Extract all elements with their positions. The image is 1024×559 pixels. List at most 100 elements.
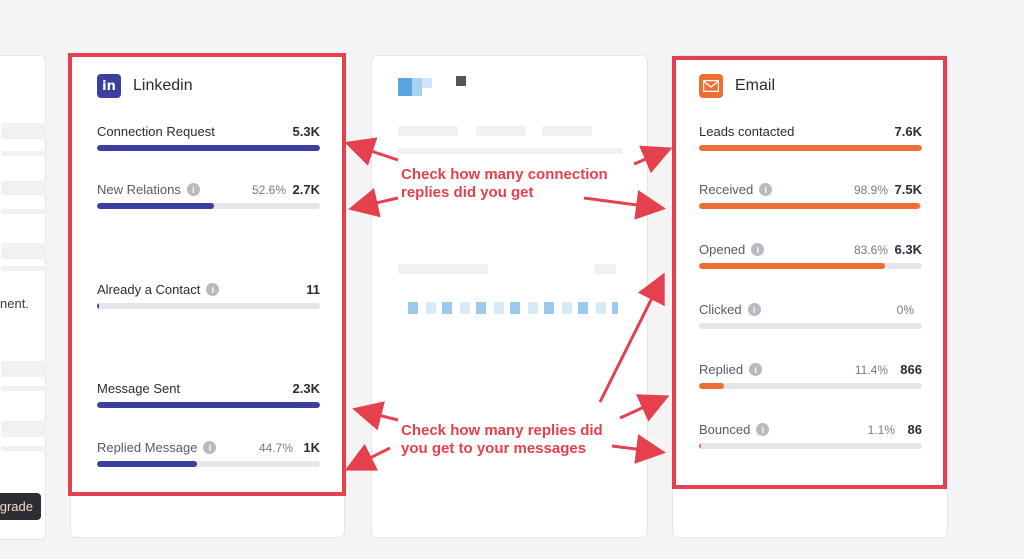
metric-value: 866: [900, 362, 922, 377]
linkedin-metric-row: New Relations i 52.6% 2.7K: [97, 182, 320, 212]
metric-label-text: New Relations: [97, 182, 181, 197]
metric-label-text: Message Sent: [97, 381, 181, 396]
metric-percent: 98.9%: [853, 183, 888, 197]
linkedin-icon: in: [97, 74, 121, 98]
email-title: Email: [735, 77, 776, 94]
blurred-logo: [456, 76, 466, 86]
metric-label: Opened i: [699, 242, 765, 257]
metric-percent: 52.6%: [251, 183, 286, 197]
progress-track: [97, 402, 320, 408]
metric-label-text: Received: [699, 182, 754, 197]
metric-label-text: Replied: [699, 362, 744, 377]
metric-label: Replied i: [699, 362, 763, 377]
progress-fill: [699, 383, 725, 389]
progress-fill: [97, 402, 320, 408]
progress-fill: [699, 203, 920, 209]
metric-value: 86: [907, 422, 922, 437]
metric-value: 2.3K: [292, 381, 320, 396]
progress-track: [97, 461, 320, 467]
metric-label: Already a Contact i: [97, 282, 220, 297]
progress-track: [699, 443, 922, 449]
progress-fill: [97, 461, 197, 467]
progress-track: [699, 263, 922, 269]
blurred-row: [1, 446, 47, 451]
blurred-logo: [412, 78, 422, 96]
metric-label-text: Connection Request: [97, 124, 215, 139]
blurred-row: [1, 243, 47, 259]
blurred-logo: [398, 78, 412, 96]
progress-track: [699, 203, 922, 209]
blurred-row: [1, 386, 47, 391]
blurred-row: [398, 148, 623, 154]
email-metric-row: Leads contacted 7.6K: [699, 124, 922, 154]
progress-track: [699, 145, 922, 151]
linkedin-card-header: in Linkedin: [97, 74, 193, 98]
blurred-row: [1, 421, 47, 437]
metric-value: 6.3K: [894, 242, 922, 257]
blurred-row: [398, 126, 458, 136]
info-icon[interactable]: i: [751, 243, 765, 256]
metric-percent: 44.7%: [258, 441, 293, 455]
metric-label: Replied Message i: [97, 440, 217, 455]
annotation-connections: Check how many connection replies did yo…: [401, 166, 608, 201]
metric-label: Clicked i: [699, 302, 761, 317]
blurred-row: [408, 302, 618, 314]
progress-fill: [97, 203, 215, 209]
linkedin-title: Linkedin: [133, 77, 193, 94]
progress-fill: [699, 263, 886, 269]
email-metric-row: Clicked i 0%: [699, 302, 922, 332]
blurred-row: [1, 181, 47, 195]
blurred-logo: [422, 78, 432, 88]
metric-label: Received i: [699, 182, 773, 197]
email-metric-row: Received i 98.9% 7.5K: [699, 182, 922, 212]
upgrade-button[interactable]: grade: [0, 493, 41, 520]
metric-label-text: Already a Contact: [97, 282, 201, 297]
metric-label-text: Replied Message: [97, 440, 198, 455]
email-card-header: Email: [699, 74, 775, 98]
metric-percent: 83.6%: [853, 243, 888, 257]
email-metric-row: Opened i 83.6% 6.3K: [699, 242, 922, 272]
info-icon[interactable]: i: [756, 423, 770, 436]
blurred-card: [371, 55, 648, 538]
metric-value: 7.5K: [894, 182, 922, 197]
metric-label: Bounced i: [699, 422, 770, 437]
progress-fill: [699, 145, 922, 151]
info-icon[interactable]: i: [186, 183, 200, 196]
metric-label: Connection Request: [97, 124, 215, 139]
linkedin-metric-row: Already a Contact i 11: [97, 282, 320, 312]
info-icon[interactable]: i: [203, 441, 217, 454]
linkedin-metric-row: Replied Message i 44.7% 1K: [97, 440, 320, 470]
progress-track: [699, 383, 922, 389]
metric-label: Leads contacted: [699, 124, 794, 139]
info-icon[interactable]: i: [759, 183, 773, 196]
annotation-messages: Check how many replies did you get to yo…: [401, 422, 603, 457]
blurred-row: [594, 264, 616, 274]
metric-label-text: Bounced: [699, 422, 751, 437]
linkedin-card: in Linkedin Connection Request 5.3K New Re…: [70, 55, 345, 538]
email-metric-row: Bounced i 1.1% 86: [699, 422, 922, 452]
info-icon[interactable]: i: [206, 283, 220, 296]
progress-track: [699, 323, 922, 329]
metric-value: 1K: [303, 440, 320, 455]
progress-track: [97, 203, 320, 209]
email-card: Email Leads contacted 7.6K Received i 98.9% 7…: [672, 55, 948, 538]
blurred-row: [542, 126, 592, 136]
metric-label: New Relations i: [97, 182, 200, 197]
progress-track: [97, 303, 320, 309]
email-metric-row: Replied i 11.4% 866: [699, 362, 922, 392]
envelope-icon: [699, 74, 723, 98]
blurred-row: [476, 126, 526, 136]
linkedin-metric-row: Connection Request 5.3K: [97, 124, 320, 154]
progress-fill: [699, 443, 702, 449]
info-icon[interactable]: i: [749, 363, 763, 376]
metric-label-text: Clicked: [699, 302, 742, 317]
blurred-row: [1, 361, 47, 377]
metric-percent: 1.1%: [867, 423, 895, 437]
metric-percent: 0%: [896, 303, 914, 317]
progress-fill: [97, 145, 320, 151]
blurred-row: [1, 151, 47, 156]
metric-value: 11: [306, 282, 320, 297]
blurred-row: [1, 209, 47, 214]
info-icon[interactable]: i: [747, 303, 761, 316]
metric-label-text: Opened: [699, 242, 746, 257]
